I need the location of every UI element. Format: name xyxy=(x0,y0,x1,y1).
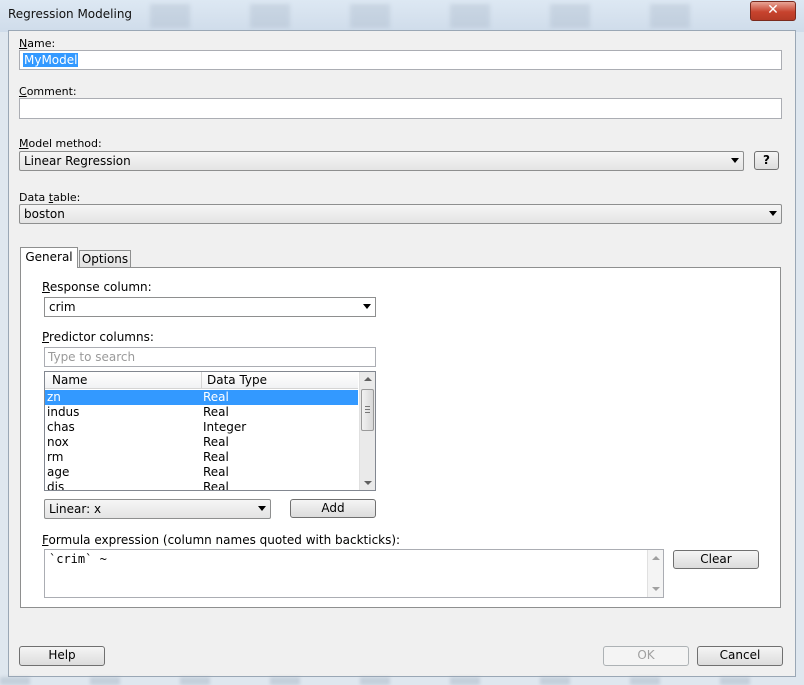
help-button-label: Help xyxy=(48,648,76,662)
name-input-value: MyModel xyxy=(23,53,79,67)
window-title: Regression Modeling xyxy=(8,7,133,21)
scroll-up-icon[interactable] xyxy=(652,556,660,560)
model-method-value: Linear Regression xyxy=(24,154,131,168)
response-column-label: Response column: xyxy=(42,280,152,294)
scrollbar-thumb[interactable] xyxy=(361,389,374,431)
term-type-dropdown[interactable]: Linear: x xyxy=(44,499,271,519)
formula-scrollbar[interactable] xyxy=(647,550,663,597)
ok-button[interactable]: OK xyxy=(603,646,689,666)
list-item-type: Real xyxy=(203,450,229,464)
help-button[interactable]: Help xyxy=(19,646,105,666)
column-divider[interactable] xyxy=(201,372,202,389)
list-item[interactable]: rm Real xyxy=(45,450,358,465)
add-button-label: Add xyxy=(321,501,345,515)
chevron-down-icon xyxy=(363,304,371,309)
background-window-ghost xyxy=(0,677,804,685)
comment-input[interactable] xyxy=(19,98,782,119)
list-item[interactable]: nox Real xyxy=(45,435,358,450)
formula-expression-value: `crim` ~ xyxy=(49,552,107,566)
list-item-type: Real xyxy=(203,435,229,449)
scroll-up-icon[interactable] xyxy=(364,377,372,381)
list-item-name: zn xyxy=(47,390,61,404)
predictor-search-placeholder: Type to search xyxy=(48,350,136,364)
list-item-name: dis xyxy=(47,480,65,491)
grip-icon xyxy=(365,406,370,407)
response-column-value: crim xyxy=(49,300,76,314)
chevron-down-icon xyxy=(258,506,266,511)
help-question-icon: ? xyxy=(763,153,770,167)
cancel-button[interactable]: Cancel xyxy=(697,646,783,666)
list-item[interactable]: indus Real xyxy=(45,405,358,420)
list-item-name: chas xyxy=(47,420,75,434)
close-icon: ✕ xyxy=(767,2,779,18)
list-item-type: Real xyxy=(203,390,229,404)
tab-general-label: General xyxy=(25,250,73,264)
list-item-type: Real xyxy=(203,465,229,479)
list-header: Name Data Type xyxy=(45,372,358,389)
chevron-down-icon xyxy=(769,211,777,216)
tab-general[interactable]: General xyxy=(20,247,78,268)
model-method-help-button[interactable]: ? xyxy=(754,151,779,170)
model-method-label: Model method: xyxy=(19,137,102,150)
list-item-name: rm xyxy=(47,450,64,464)
list-item[interactable]: age Real xyxy=(45,465,358,480)
column-header-name[interactable]: Name xyxy=(52,373,87,387)
background-window-ghost xyxy=(150,4,750,28)
tab-options[interactable]: Options xyxy=(79,250,131,268)
list-item-name: indus xyxy=(47,405,80,419)
data-table-label: Data table: xyxy=(19,191,81,204)
list-item-type: Integer xyxy=(203,420,247,434)
scroll-down-icon[interactable] xyxy=(652,587,660,591)
chevron-down-icon xyxy=(731,158,739,163)
list-item-type: Real xyxy=(203,480,229,491)
formula-expression-label: Formula expression (column names quoted … xyxy=(42,533,401,547)
list-item[interactable]: zn Real xyxy=(45,390,358,405)
predictor-search-input[interactable]: Type to search xyxy=(44,347,376,367)
model-method-dropdown[interactable]: Linear Regression xyxy=(19,151,744,171)
list-item-name: age xyxy=(47,465,70,479)
close-button[interactable]: ✕ xyxy=(750,1,796,21)
predictor-columns-label: Predictor columns: xyxy=(42,330,154,344)
comment-label: Comment: xyxy=(19,85,77,98)
name-label: Name: xyxy=(19,37,56,50)
list-item-name: nox xyxy=(47,435,69,449)
list-scrollbar[interactable] xyxy=(359,372,375,490)
clear-button[interactable]: Clear xyxy=(673,550,759,569)
ok-button-label: OK xyxy=(637,648,655,662)
data-table-value: boston xyxy=(24,207,65,221)
grip-icon xyxy=(365,409,370,410)
clear-button-label: Clear xyxy=(700,552,732,566)
list-item[interactable]: chas Integer xyxy=(45,420,358,435)
list-item[interactable]: dis Real xyxy=(45,480,358,491)
title-bar: Regression Modeling ✕ xyxy=(0,0,804,32)
predictor-columns-list[interactable]: Name Data Type zn Real indus Real chas I… xyxy=(44,371,376,491)
grip-icon xyxy=(365,412,370,413)
general-tab-panel: Response column: crim Predictor columns:… xyxy=(20,267,781,608)
list-item-type: Real xyxy=(203,405,229,419)
tab-options-label: Options xyxy=(81,252,129,266)
column-header-data-type[interactable]: Data Type xyxy=(207,373,267,387)
add-button[interactable]: Add xyxy=(290,499,376,518)
name-input[interactable]: MyModel xyxy=(19,50,782,70)
cancel-button-label: Cancel xyxy=(719,648,761,662)
response-column-dropdown[interactable]: crim xyxy=(44,297,376,317)
dialog-body: Name: MyModel Comment: Model method: Lin… xyxy=(8,30,796,677)
formula-expression-input[interactable]: `crim` ~ xyxy=(44,549,664,598)
scroll-down-icon[interactable] xyxy=(364,481,372,485)
term-type-value: Linear: x xyxy=(49,502,102,516)
data-table-dropdown[interactable]: boston xyxy=(19,204,782,224)
